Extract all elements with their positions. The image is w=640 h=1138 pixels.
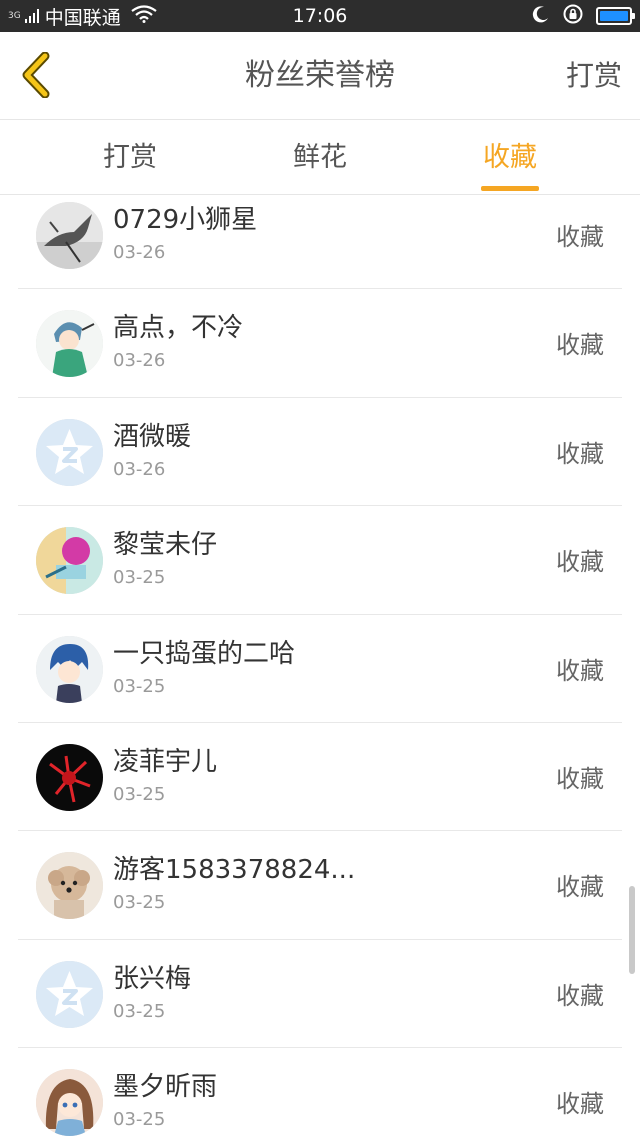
tab-reward[interactable]: 打赏: [60, 121, 200, 195]
list-item[interactable]: 凌菲宇儿 03-25 收藏: [0, 723, 640, 832]
app-header: 粉丝荣誉榜 打赏: [0, 32, 640, 120]
reward-button[interactable]: 打赏: [566, 32, 622, 120]
list-item[interactable]: 黎莹未仔 03-25 收藏: [0, 506, 640, 615]
action-date: 03-25: [113, 675, 166, 697]
status-bar: 3G 中国联通 17:06: [0, 0, 640, 32]
avatar[interactable]: [36, 527, 103, 595]
tab-bar: 打赏 鲜花 收藏: [0, 121, 640, 195]
user-name: 一只捣蛋的二哈: [113, 638, 296, 669]
list-item[interactable]: 墨夕昕雨 03-25 收藏: [0, 1048, 640, 1138]
avatar[interactable]: [36, 960, 103, 1028]
action-type-label: 收藏: [556, 873, 604, 902]
list-item[interactable]: 酒微暖 03-26 收藏: [0, 398, 640, 507]
chevron-left-icon: [19, 51, 53, 102]
action-type-label: 收藏: [556, 223, 604, 251]
action-date: 03-26: [113, 350, 166, 372]
signal-icon: [24, 9, 39, 23]
action-type-label: 收藏: [556, 548, 604, 577]
action-type-label: 收藏: [556, 439, 604, 468]
rotation-lock-icon: [562, 3, 584, 29]
wifi-icon: [131, 5, 157, 27]
user-name: 高点，不冷: [113, 313, 244, 344]
action-type-label: 收藏: [556, 764, 604, 793]
list-item[interactable]: 一只捣蛋的二哈 03-25 收藏: [0, 615, 640, 724]
tab-flowers[interactable]: 鲜花: [250, 121, 390, 195]
fan-list[interactable]: 0729小狮星 03-26 收藏 高点，不冷 03-26 收藏 酒微暖 03-26 收藏 黎莹未仔…: [0, 195, 640, 1138]
action-date: 03-25: [113, 783, 166, 805]
avatar[interactable]: [36, 1069, 103, 1137]
carrier-name: 中国联通: [44, 6, 121, 29]
user-name: 黎莹未仔: [113, 530, 218, 561]
action-date: 03-25: [113, 1000, 166, 1022]
avatar[interactable]: [36, 635, 103, 703]
list-item[interactable]: 0729小狮星 03-26 收藏: [0, 195, 640, 290]
user-name: 酒微暖: [113, 421, 192, 452]
user-name: 墨夕昕雨: [113, 1072, 218, 1103]
status-bar-left: 3G 中国联通: [8, 0, 157, 32]
action-date: 03-26: [113, 242, 166, 263]
action-type-label: 收藏: [556, 1090, 604, 1119]
action-type-label: 收藏: [556, 656, 604, 685]
moon-icon: [532, 5, 550, 27]
network-type: 3G: [8, 10, 21, 21]
scrollbar-thumb[interactable]: [629, 886, 635, 974]
avatar[interactable]: [36, 202, 103, 269]
list-item[interactable]: 游客1583378824... 03-25 收藏: [0, 831, 640, 941]
user-name: 0729小狮星: [113, 205, 258, 235]
list-item[interactable]: 高点，不冷 03-26 收藏: [0, 289, 640, 399]
fan-list-inner: 0729小狮星 03-26 收藏 高点，不冷 03-26 收藏 酒微暖 03-26 收藏 黎莹未仔…: [0, 195, 640, 1138]
action-date: 03-25: [113, 892, 166, 914]
user-name: 张兴梅: [113, 963, 192, 994]
avatar[interactable]: [36, 852, 103, 920]
battery-icon: [596, 7, 635, 25]
action-type-label: 收藏: [556, 331, 604, 360]
action-date: 03-26: [113, 458, 166, 480]
status-bar-right: [532, 0, 635, 32]
page-title: 粉丝荣誉榜: [245, 58, 395, 93]
action-date: 03-25: [113, 567, 166, 589]
tab-collect[interactable]: 收藏: [440, 121, 580, 195]
action-date: 03-25: [113, 1109, 166, 1131]
app-root: 3G 中国联通 17:06 粉丝荣誉榜 打赏 打赏 鲜花 收藏 0729小狮星 …: [0, 0, 640, 1138]
avatar[interactable]: [36, 743, 103, 811]
user-name: 凌菲宇儿: [113, 746, 218, 777]
list-item[interactable]: 张兴梅 03-25 收藏: [0, 940, 640, 1049]
avatar[interactable]: [36, 310, 103, 378]
action-type-label: 收藏: [556, 981, 604, 1010]
user-name: 游客1583378824...: [113, 855, 356, 886]
active-tab-indicator: [481, 186, 539, 191]
back-button[interactable]: [14, 51, 58, 102]
avatar[interactable]: [36, 418, 103, 486]
